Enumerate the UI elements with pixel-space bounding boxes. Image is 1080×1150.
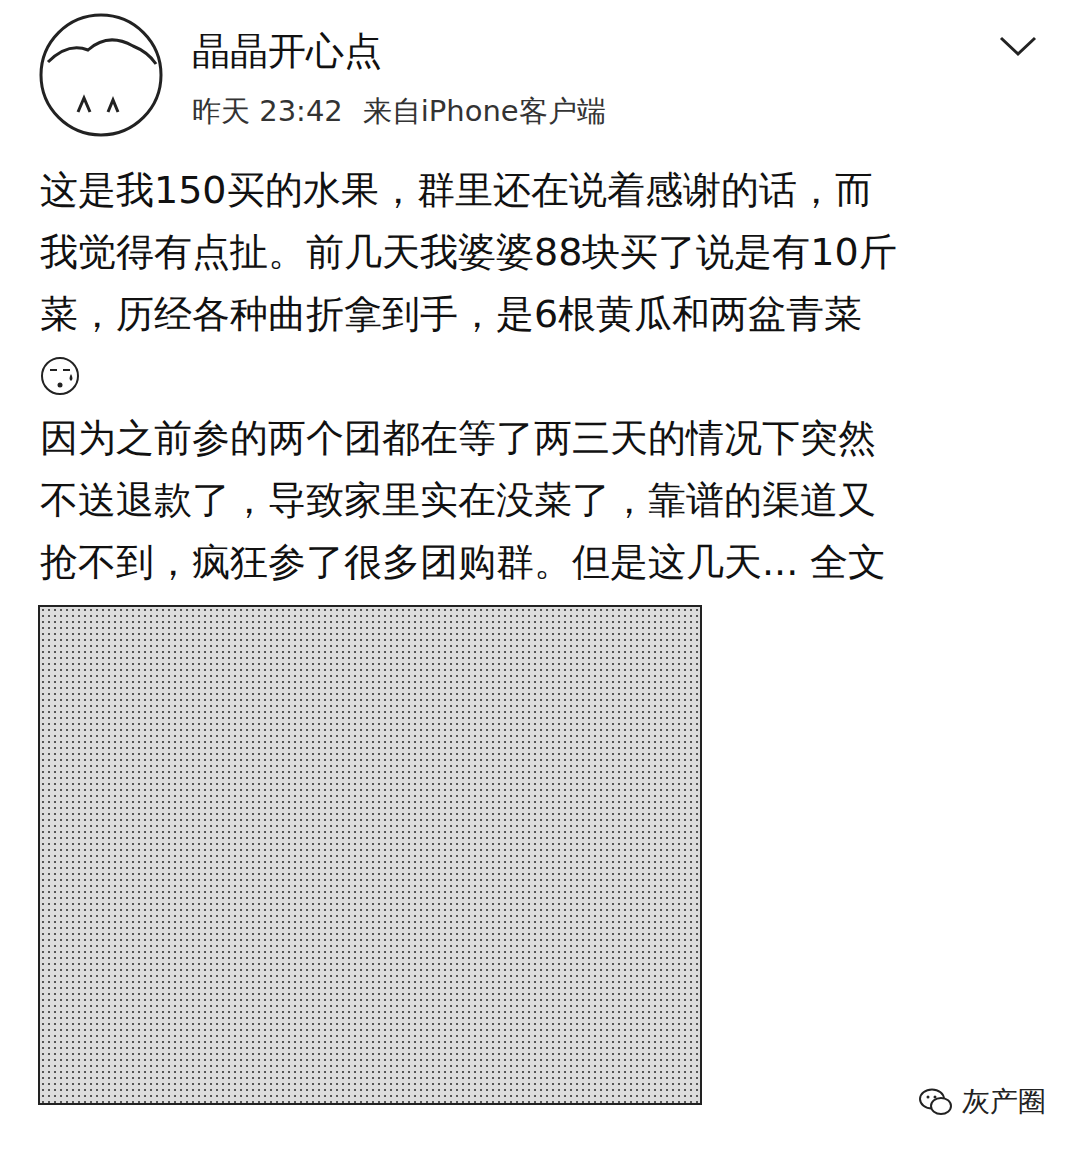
watermark: 灰产圈	[918, 1084, 1046, 1120]
post-text-line: 这是我150买的水果，群里还在说着感谢的话，而	[40, 159, 1040, 221]
post-meta: 晶晶开心点昨天 23:42 来自iPhone客户端	[192, 12, 970, 130]
post-text-line: 因为之前参的两个团都在等了两三天的情况下突然	[40, 407, 1040, 469]
post-text-line: 菜，历经各种曲折拿到手，是6根黄瓜和两盆青菜	[40, 283, 1040, 345]
post-source: 来自iPhone客户端	[363, 92, 606, 130]
post-text-line: 抢不到，疯狂参了很多团购群。但是这几天...全文	[40, 531, 1040, 593]
post-text-line: 我觉得有点扯。前几天我婆婆88块买了说是有10斤	[40, 221, 1040, 283]
read-more-link[interactable]: 全文	[810, 540, 886, 584]
wechat-icon	[918, 1087, 954, 1117]
post-text-line: 不送退款了，导致家里实在没菜了，靠谱的渠道又	[40, 469, 1040, 531]
post-photo[interactable]	[38, 605, 702, 1105]
watermark-text: 灰产圈	[962, 1084, 1046, 1120]
author-name[interactable]: 晶晶开心点	[192, 28, 970, 74]
post-body: 这是我150买的水果，群里还在说着感谢的话，而我觉得有点扯。前几天我婆婆88块买…	[38, 159, 1040, 593]
post-header: 晶晶开心点昨天 23:42 来自iPhone客户端	[38, 12, 1040, 138]
emoji-line	[40, 345, 1040, 407]
avatar-icon[interactable]	[38, 12, 164, 138]
post-time: 昨天 23:42	[192, 92, 343, 130]
post-time-row: 昨天 23:42 来自iPhone客户端	[192, 92, 970, 130]
sweat-face-icon	[40, 356, 80, 396]
weibo-post: 晶晶开心点昨天 23:42 来自iPhone客户端这是我150买的水果，群里还在说…	[0, 0, 1080, 1150]
chevron-down-icon[interactable]	[998, 34, 1038, 58]
